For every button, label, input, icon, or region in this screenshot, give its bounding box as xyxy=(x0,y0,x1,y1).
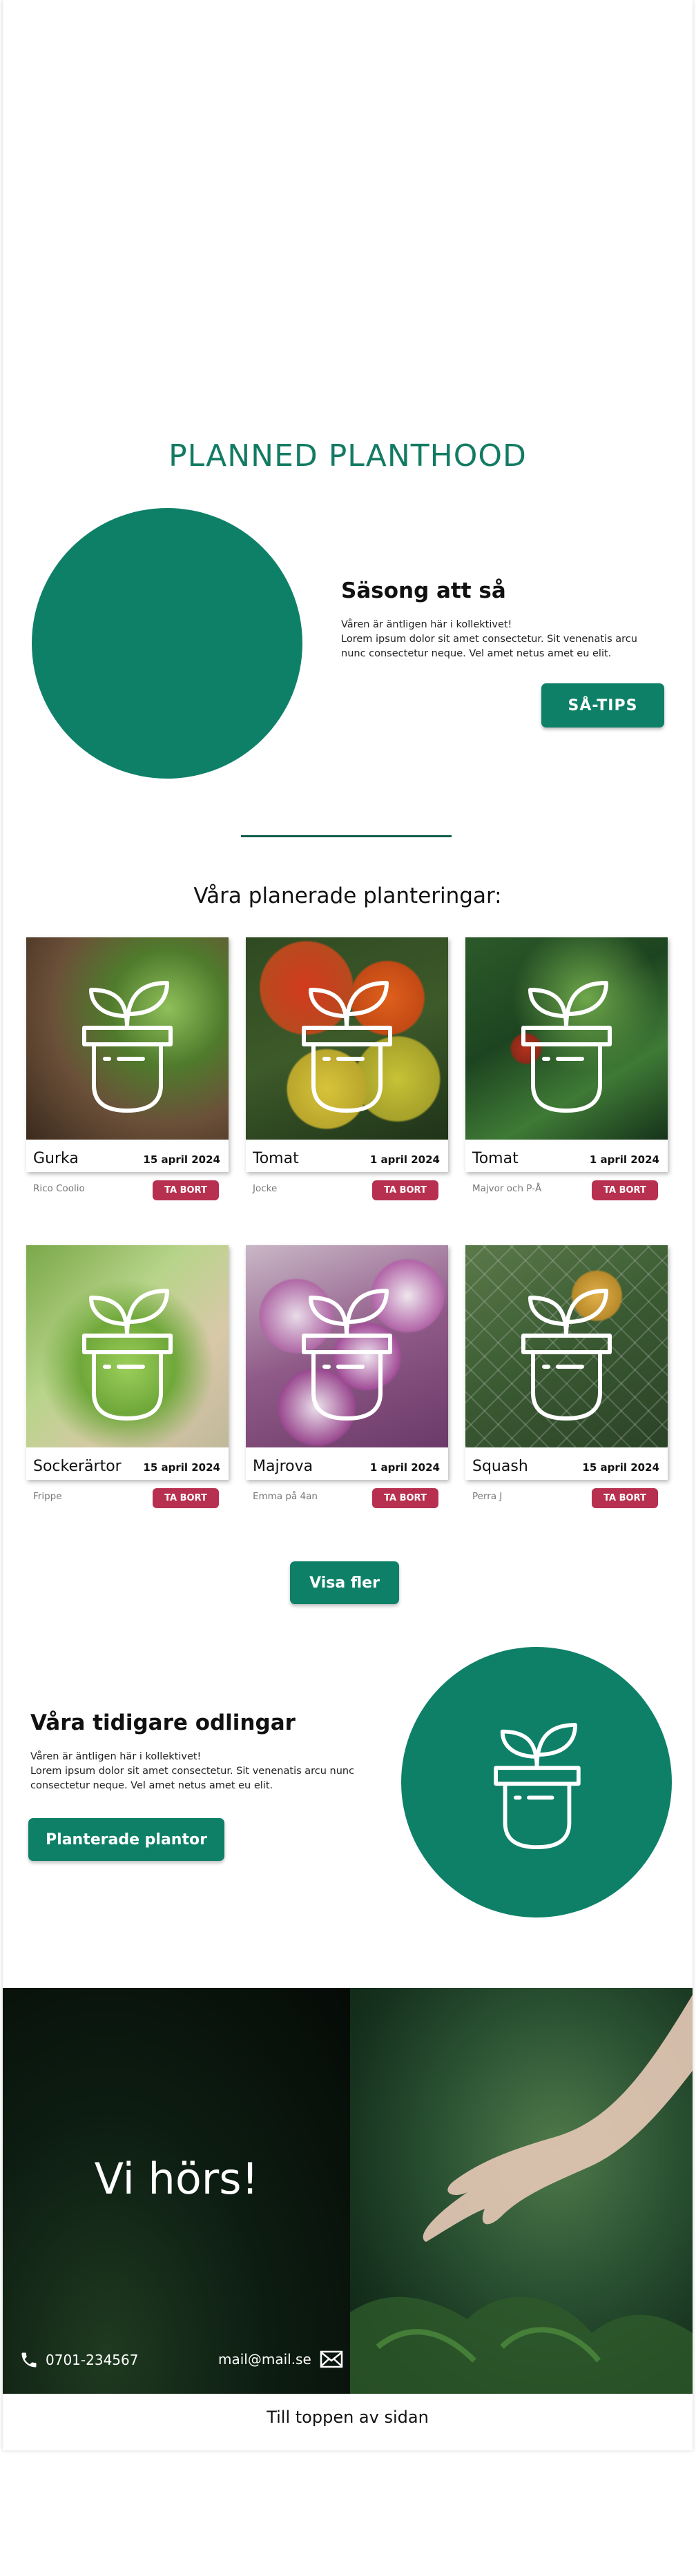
card-plant-name: Tomat xyxy=(253,1150,299,1167)
card-date: 1 april 2024 xyxy=(589,1153,659,1166)
plant-card: Sockerärtor 15 april 2024 Frippe TA BORT xyxy=(26,1245,229,1508)
previous-text-line2: Lorem ipsum dolor sit amet consectetur. … xyxy=(30,1766,355,1791)
phone-icon xyxy=(21,2352,37,2368)
delete-button[interactable]: TA BORT xyxy=(592,1488,658,1508)
envelope-icon xyxy=(320,2350,343,2368)
season-text: Våren är äntligen här i kollektivet! Lor… xyxy=(341,618,659,661)
plant-pot-icon xyxy=(494,1723,581,1850)
card-plant-name: Tomat xyxy=(472,1150,519,1167)
plant-pot-icon xyxy=(521,981,612,1113)
previous-text-line1: Våren är äntligen här i kollektivet! xyxy=(30,1751,202,1762)
plant-card: Majrova 1 april 2024 Emma på 4an TA BORT xyxy=(246,1245,448,1508)
plant-card: Tomat 1 april 2024 Jocke TA BORT xyxy=(246,937,448,1200)
card-date: 15 april 2024 xyxy=(582,1461,659,1474)
phone-contact[interactable]: 0701-234567 xyxy=(19,2350,138,2370)
tomato-photo xyxy=(246,937,448,1140)
delete-button[interactable]: TA BORT xyxy=(592,1180,658,1200)
plant-pot-icon xyxy=(302,1289,392,1421)
cucumber-photo xyxy=(26,937,229,1140)
page: PLANNED PLANTHOOD Säsong att så Våren är… xyxy=(3,0,693,2450)
show-more-button[interactable]: Visa fler xyxy=(290,1561,399,1604)
plant-pot-icon xyxy=(82,1289,173,1421)
hand-plant-photo xyxy=(350,1988,693,2394)
delete-button[interactable]: TA BORT xyxy=(153,1180,219,1200)
card-plant-name: Gurka xyxy=(33,1150,79,1167)
back-to-top-link[interactable]: Till toppen av sidan xyxy=(3,2408,693,2427)
card-author: Jocke xyxy=(253,1183,278,1194)
previous-text: Våren är äntligen här i kollektivet! Lor… xyxy=(30,1750,355,1793)
card-date: 1 april 2024 xyxy=(369,1153,440,1166)
card-author: Perra J xyxy=(472,1491,503,1502)
plant-card: Gurka 15 april 2024 Rico Coolio TA BORT xyxy=(26,937,229,1200)
delete-button[interactable]: TA BORT xyxy=(153,1488,219,1508)
card-author: Frippe xyxy=(33,1491,62,1502)
email-contact[interactable]: mail@mail.se xyxy=(218,2350,343,2368)
season-title: Säsong att så xyxy=(341,578,506,603)
previous-circle xyxy=(401,1647,672,1918)
card-author: Rico Coolio xyxy=(33,1183,85,1194)
plant-pot-icon xyxy=(302,981,392,1113)
delete-button[interactable]: TA BORT xyxy=(372,1488,438,1508)
tomato-plant-photo xyxy=(465,937,668,1140)
card-author: Emma på 4an xyxy=(253,1491,318,1502)
card-plant-name: Majrova xyxy=(253,1458,313,1475)
planned-title: Våra planerade planteringar: xyxy=(193,884,502,908)
plant-pot-icon xyxy=(521,1289,612,1421)
squash-photo xyxy=(465,1245,668,1447)
delete-button[interactable]: TA BORT xyxy=(372,1180,438,1200)
plant-pot-icon xyxy=(82,981,173,1113)
card-date: 15 april 2024 xyxy=(143,1461,220,1474)
card-date: 15 april 2024 xyxy=(143,1153,220,1166)
contact-heading: Vi hörs! xyxy=(94,2154,259,2204)
email-address: mail@mail.se xyxy=(218,2351,311,2368)
card-plant-name: Squash xyxy=(472,1458,528,1475)
divider xyxy=(241,835,452,837)
turnip-photo xyxy=(246,1245,448,1447)
site-title: PLANNED PLANTHOOD xyxy=(168,438,527,474)
snap-pea-photo xyxy=(26,1245,229,1447)
hand-illustration xyxy=(350,1995,693,2394)
season-text-line2: Lorem ipsum dolor sit amet consectetur. … xyxy=(341,634,637,659)
season-text-line1: Våren är äntligen här i kollektivet! xyxy=(341,619,512,630)
planted-plants-button[interactable]: Planterade plantor xyxy=(28,1818,224,1861)
phone-number: 0701-234567 xyxy=(46,2352,139,2368)
plant-card: Squash 15 april 2024 Perra J TA BORT xyxy=(465,1245,668,1508)
sowing-tips-button[interactable]: SÅ-TIPS xyxy=(541,683,664,728)
previous-title: Våra tidigare odlingar xyxy=(30,1710,296,1735)
plant-card: Tomat 1 april 2024 Majvor och P-Å TA BOR… xyxy=(465,937,668,1200)
card-author: Majvor och P-Å xyxy=(472,1183,542,1194)
hero-circle-image xyxy=(32,508,302,779)
contact-footer: Vi hörs! 0701-234567 mail@mail.se xyxy=(3,1988,693,2394)
card-date: 1 april 2024 xyxy=(369,1461,440,1474)
card-plant-name: Sockerärtor xyxy=(33,1458,122,1475)
